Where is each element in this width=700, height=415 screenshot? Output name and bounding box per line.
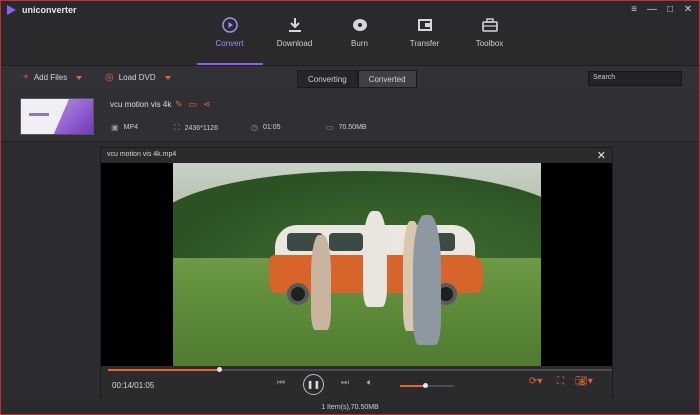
tab-transfer-label: Transfer	[409, 39, 440, 48]
logo-mark-icon	[7, 5, 16, 15]
scene-person	[311, 235, 331, 330]
tab-transfer[interactable]: Transfer	[392, 13, 457, 63]
maximize-button[interactable]: □	[665, 4, 675, 15]
load-dvd-label: Load DVD	[118, 73, 156, 82]
file-size-value: 70.50MB	[338, 124, 367, 131]
file-format-value: MP4	[123, 124, 138, 131]
header: uniconverter ≡ — □ ✕ Convert Download Bu…	[1, 1, 699, 65]
tab-download-label: Download	[276, 39, 313, 48]
previous-icon[interactable]: ⏮	[277, 377, 285, 388]
playback-time: 00:14/01:05	[112, 381, 155, 390]
resolution-icon: ⛶	[174, 123, 180, 132]
file-duration: ◷ 01:05	[251, 123, 281, 132]
seek-bar-handle[interactable]	[216, 367, 222, 372]
video-thumbnail[interactable]	[20, 98, 94, 135]
close-player-button[interactable]: ✕	[597, 149, 606, 162]
pause-icon: ❚❚	[306, 380, 321, 389]
file-duration-value: 01:05	[262, 124, 281, 131]
minimize-button[interactable]: —	[647, 4, 657, 15]
file-size: ▭ 70.50MB	[326, 123, 367, 132]
load-dvd-button[interactable]: ◎ Load DVD	[105, 72, 171, 83]
thumbnail-text-bar	[29, 113, 49, 116]
add-files-dropdown-icon[interactable]	[76, 75, 83, 80]
download-icon	[288, 18, 301, 32]
volume-icon[interactable]: 🔈︎	[367, 377, 372, 388]
toolbox-icon	[481, 18, 498, 32]
tab-convert-label: Convert	[215, 39, 244, 48]
preview-player: vcu motion vis 4k.mp4 ✕ 00:14/01:05 ⏮ ❚❚…	[100, 147, 613, 399]
dvd-icon: ◎	[105, 72, 114, 83]
tab-toolbox[interactable]: Toolbox	[457, 13, 522, 63]
tab-convert[interactable]: Convert	[197, 13, 262, 63]
folder-size-icon: ▭	[326, 123, 334, 132]
file-resolution: ⛶ 2436*1126	[174, 123, 218, 133]
file-name: vcu motion vis 4k	[110, 100, 172, 109]
video-scene-image	[173, 163, 541, 366]
clock-icon: ◷	[251, 123, 258, 132]
scene-person	[413, 215, 441, 345]
file-format: ▣ MP4	[111, 123, 138, 132]
video-frame[interactable]	[101, 163, 612, 366]
close-button[interactable]: ✕	[683, 4, 693, 15]
toolbar: + Add Files ◎ Load DVD Converting Conver…	[1, 65, 699, 91]
main-nav: Convert Download Burn Transfer Toolbox	[197, 13, 522, 63]
app-title: uniconverter	[22, 5, 77, 15]
volume-slider[interactable]	[400, 383, 454, 388]
tab-converting[interactable]: Converting	[297, 70, 358, 88]
file-actions: ✎ ▭ ⋖	[175, 99, 211, 110]
status-bar: 1 Item(s),70.50MB	[1, 401, 699, 414]
snapshot-icon[interactable]: 📷︎▾	[575, 376, 593, 387]
convert-icon	[221, 17, 238, 33]
volume-slider-fill	[400, 385, 426, 387]
tab-toolbox-label: Toolbox	[475, 39, 504, 48]
scene-person	[363, 211, 387, 307]
next-icon[interactable]: ⏭	[341, 377, 349, 388]
converting-converted-toggle: Converting Converted	[297, 70, 417, 88]
app-logo: uniconverter	[7, 5, 77, 15]
tab-converted[interactable]: Converted	[357, 70, 417, 88]
rotate-icon[interactable]: ⟳▾	[529, 376, 542, 387]
seek-bar[interactable]	[108, 367, 612, 372]
thumbnail-accent	[53, 99, 93, 134]
load-dvd-dropdown-icon[interactable]	[164, 75, 171, 80]
burn-icon	[352, 19, 367, 31]
search-input[interactable]: Search	[588, 71, 682, 86]
film-icon: ▣	[111, 123, 119, 132]
player-title: vcu motion vis 4k.mp4	[107, 151, 177, 158]
transfer-icon	[417, 19, 432, 31]
pause-button[interactable]: ❚❚	[303, 374, 324, 395]
file-list-item[interactable]: vcu motion vis 4k ✎ ▭ ⋖ ▣ MP4 ⛶ 2436*112…	[1, 92, 699, 142]
player-controls: 00:14/01:05 ⏮ ❚❚ ⏭ 🔈︎ ⟳▾ ⛶ 📷︎▾	[101, 366, 612, 399]
volume-slider-handle[interactable]	[423, 383, 429, 388]
edit-icon[interactable]: ✎	[175, 99, 183, 110]
share-icon[interactable]: ⋖	[203, 99, 211, 110]
add-files-label: Add Files	[33, 73, 68, 82]
seek-bar-fill	[108, 369, 219, 371]
app-window: uniconverter ≡ — □ ✕ Convert Download Bu…	[0, 0, 700, 415]
folder-icon[interactable]: ▭	[189, 99, 198, 110]
van-wheel	[287, 283, 309, 305]
tab-download[interactable]: Download	[262, 13, 327, 63]
tab-burn[interactable]: Burn	[327, 13, 392, 63]
van-window	[329, 233, 363, 251]
file-resolution-value: 2436*1126	[184, 124, 218, 132]
add-files-button[interactable]: + Add Files	[23, 72, 83, 83]
tab-burn-label: Burn	[351, 39, 368, 48]
window-controls: ≡ — □ ✕	[629, 4, 693, 15]
plus-icon: +	[23, 72, 29, 83]
menu-icon[interactable]: ≡	[629, 4, 639, 15]
fullscreen-icon[interactable]: ⛶	[557, 376, 564, 387]
